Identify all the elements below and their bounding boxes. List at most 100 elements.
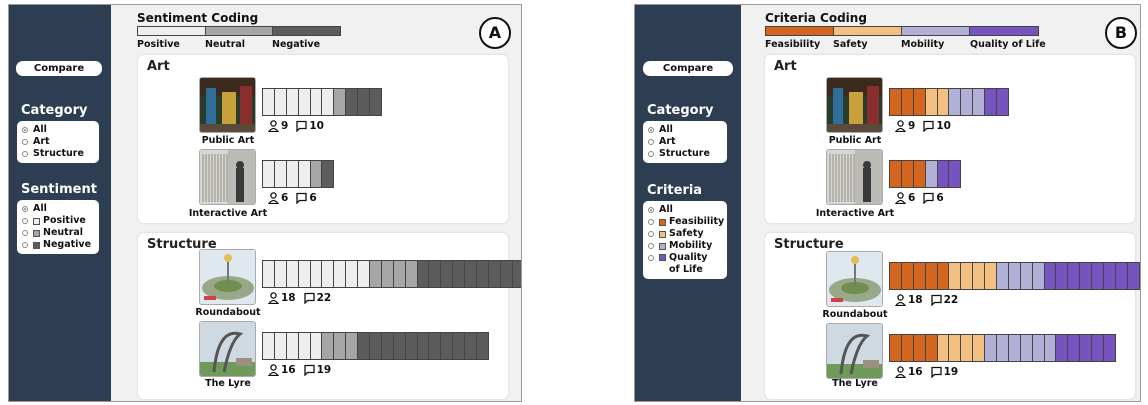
- legend-neutral-bar: [205, 26, 273, 36]
- comment-segment[interactable]: [1138, 262, 1140, 290]
- coded-bar: [889, 262, 1140, 290]
- comment-segment[interactable]: [948, 160, 962, 188]
- sentiment-option-all[interactable]: All: [22, 203, 94, 215]
- criteria-option-quality-of-life[interactable]: Quality of Life: [648, 252, 722, 276]
- comment-segment[interactable]: [511, 260, 521, 288]
- coded-bar: [262, 260, 521, 288]
- people-count: 6: [281, 192, 289, 204]
- person-icon: [895, 192, 906, 204]
- radio-icon: [22, 139, 28, 145]
- negative-swatch: [33, 241, 40, 249]
- item-label: The Lyre: [205, 378, 251, 389]
- thumbnail-image: [827, 324, 882, 378]
- criteria-option-feasibility[interactable]: Feasibility: [648, 216, 724, 228]
- category-option-art[interactable]: Art: [648, 136, 722, 148]
- compare-button[interactable]: Compare: [16, 61, 102, 76]
- radio-icon: [648, 151, 654, 157]
- category-option-structure[interactable]: Structure: [648, 148, 722, 160]
- person-icon: [895, 120, 906, 132]
- comment-icon: [923, 192, 934, 204]
- comment-segment[interactable]: [996, 88, 1009, 116]
- legend-positive-bar: [137, 26, 206, 36]
- item-thumbnail[interactable]: [199, 249, 256, 305]
- comment-segment[interactable]: [476, 332, 489, 360]
- category-option-all[interactable]: All: [22, 124, 94, 136]
- thumbnail-image: [200, 322, 255, 376]
- item-stats: 16 19: [895, 366, 958, 378]
- comment-count: 22: [316, 292, 332, 304]
- item-thumbnail[interactable]: [826, 149, 883, 205]
- person-icon: [895, 294, 906, 306]
- item-stats: 16 19: [268, 364, 331, 376]
- item-thumbnail[interactable]: [199, 321, 256, 377]
- people-count: 9: [281, 120, 289, 132]
- item-label: The Lyre: [832, 378, 878, 389]
- category-option-all[interactable]: All: [648, 124, 722, 136]
- legend-negative-bar: [272, 26, 341, 36]
- legend-label-negative: Negative: [272, 39, 321, 50]
- legend-label-positive: Positive: [137, 39, 180, 50]
- category-option-structure[interactable]: Structure: [22, 148, 94, 160]
- group-title: Structure: [774, 237, 844, 252]
- item-stats: 18 22: [895, 294, 958, 306]
- thumbnail-image: [827, 252, 882, 306]
- legend-label-safety: Safety: [833, 39, 868, 50]
- people-count: 16: [908, 366, 923, 378]
- comment-count: 10: [309, 120, 324, 132]
- item-label: Public Art: [201, 135, 255, 146]
- thumbnail-image: [827, 150, 882, 204]
- item-thumbnail[interactable]: [826, 323, 883, 379]
- criteria-option-all[interactable]: All: [648, 204, 722, 216]
- sentiment-option-positive[interactable]: Positive: [22, 215, 94, 227]
- comment-segment[interactable]: [1103, 334, 1116, 362]
- person-icon: [268, 292, 279, 304]
- positive-swatch: [33, 217, 40, 225]
- legend-label-mobility: Mobility: [901, 39, 945, 50]
- people-count: 16: [281, 364, 296, 376]
- comment-count: 22: [943, 294, 959, 306]
- coded-bar: [262, 160, 335, 188]
- radio-icon: [648, 243, 654, 249]
- sidebar: Compare Category All Art Structure Crite…: [635, 5, 741, 401]
- panel-badge-a: A: [479, 17, 511, 49]
- legend-quality-of-life-bar: [969, 26, 1039, 36]
- people-count: 9: [908, 120, 916, 132]
- radio-icon: [22, 151, 28, 157]
- person-icon: [268, 192, 279, 204]
- panel-criteria-coding: Compare Category All Art Structure Crite…: [634, 4, 1141, 402]
- item-thumbnail[interactable]: [826, 251, 883, 307]
- item-stats: 9 10: [268, 120, 324, 132]
- thumbnail-image: [200, 250, 255, 304]
- mobility-swatch: [659, 242, 666, 250]
- comment-count: 19: [943, 366, 959, 378]
- category-option-art[interactable]: Art: [22, 136, 94, 148]
- main-area: Sentiment Coding Positive Neutral Negati…: [111, 5, 521, 401]
- sidebar: Compare Category All Art Structure Senti…: [9, 5, 111, 401]
- item-thumbnail[interactable]: [199, 77, 256, 133]
- legend-label-quality-of-life: Quality of Life: [970, 39, 1046, 50]
- comment-segment[interactable]: [321, 160, 335, 188]
- comment-icon: [930, 366, 942, 378]
- main-area: Criteria Coding Feasibility Safety Mobil…: [741, 5, 1140, 401]
- radio-icon: [648, 139, 654, 145]
- compare-button[interactable]: Compare: [643, 61, 733, 76]
- item-thumbnail[interactable]: [826, 77, 883, 133]
- comment-segment[interactable]: [369, 88, 382, 116]
- comment-icon: [930, 294, 942, 306]
- criteria-option-safety[interactable]: Safety: [648, 228, 722, 240]
- item-thumbnail[interactable]: [199, 149, 256, 205]
- legend-feasibility-bar: [765, 26, 834, 36]
- criteria-option-mobility[interactable]: Mobility: [648, 240, 722, 252]
- people-count: 18: [908, 294, 923, 306]
- coded-bar: [262, 88, 382, 116]
- radio-icon: [648, 231, 654, 237]
- radio-icon: [22, 230, 28, 236]
- sentiment-option-neutral[interactable]: Neutral: [22, 227, 94, 239]
- comment-count: 6: [936, 192, 944, 204]
- comment-count: 6: [309, 192, 317, 204]
- group-title: Art: [774, 59, 797, 74]
- sentiment-option-negative[interactable]: Negative: [22, 239, 94, 251]
- legend-label-feasibility: Feasibility: [765, 39, 821, 50]
- radio-icon: [22, 218, 28, 224]
- legend-title: Criteria Coding: [765, 11, 867, 25]
